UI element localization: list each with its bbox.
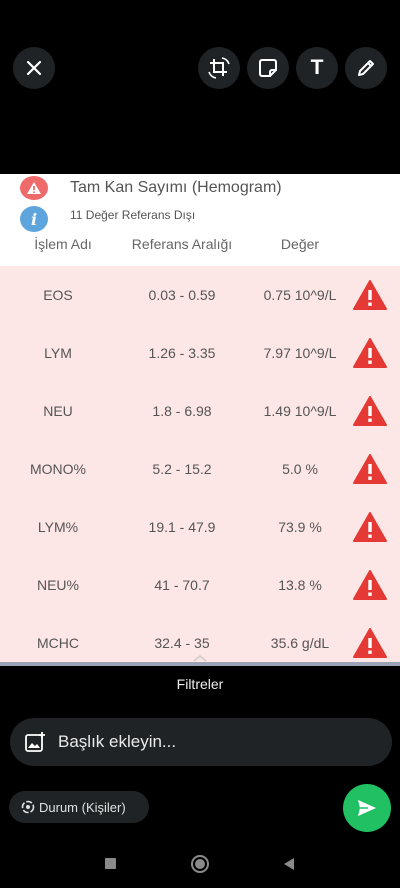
test-name: MCHC — [37, 635, 79, 651]
column-header-range: Referans Aralığı — [131, 236, 233, 252]
column-header-value: Değer — [280, 236, 320, 252]
editor-toolbar: T — [0, 0, 400, 140]
test-value: 5.0 % — [282, 461, 318, 477]
test-name: MONO% — [30, 461, 86, 477]
report-header: i Tam Kan Sayımı (Hemogram) 11 Değer Ref… — [0, 174, 400, 266]
sticker-button[interactable] — [247, 47, 289, 89]
status-audience-button[interactable]: Durum (Kişiler) — [9, 791, 149, 823]
warning-triangle-icon — [353, 396, 387, 426]
warning-triangle-icon — [353, 338, 387, 368]
warning-triangle-icon — [353, 570, 387, 600]
status-icon — [21, 800, 35, 814]
warning-triangle-icon — [353, 628, 387, 658]
test-value: 7.97 10^9/L — [263, 345, 337, 361]
sticker-icon — [259, 59, 277, 77]
chevron-up-icon[interactable] — [191, 652, 209, 664]
test-value: 0.75 10^9/L — [263, 287, 337, 303]
table-row: NEU 1.8 - 6.98 1.49 10^9/L — [0, 382, 400, 440]
column-header-name: İşlem Adı — [34, 236, 92, 252]
text-tool-button[interactable]: T — [296, 47, 338, 89]
table-row: LYM 1.26 - 3.35 7.97 10^9/L — [0, 324, 400, 382]
close-icon — [26, 60, 42, 76]
info-icon: i — [20, 206, 48, 232]
test-name: LYM% — [37, 519, 79, 535]
reference-range: 19.1 - 47.9 — [148, 519, 216, 535]
caption-placeholder: Başlık ekleyin... — [58, 732, 177, 751]
photo-preview[interactable]: i Tam Kan Sayımı (Hemogram) 11 Değer Ref… — [0, 174, 400, 666]
add-image-icon[interactable] — [24, 731, 46, 753]
draw-button[interactable] — [345, 47, 387, 89]
pencil-icon — [358, 60, 374, 76]
table-row: EOS 0.03 - 0.59 0.75 10^9/L — [0, 266, 400, 324]
filters-label[interactable]: Filtreler — [0, 676, 400, 692]
status-label: Durum (Kişiler) — [39, 800, 126, 815]
caption-input[interactable]: Başlık ekleyin... — [10, 718, 392, 766]
reference-range: 41 - 70.7 — [154, 577, 210, 593]
text-tool-icon: T — [310, 56, 324, 79]
test-name: LYM — [44, 345, 72, 361]
reference-range: 0.03 - 0.59 — [148, 287, 216, 303]
warning-triangle-icon — [353, 280, 387, 310]
reference-range: 1.26 - 3.35 — [148, 345, 216, 361]
test-value: 73.9 % — [278, 519, 322, 535]
crop-rotate-button[interactable] — [198, 47, 240, 89]
crop-rotate-icon — [208, 57, 230, 79]
reference-range: 5.2 - 15.2 — [152, 461, 212, 477]
warning-triangle-icon — [353, 454, 387, 484]
test-name: EOS — [43, 287, 73, 303]
close-button[interactable] — [13, 47, 55, 89]
reference-range: 1.8 - 6.98 — [152, 403, 212, 419]
table-row: LYM% 19.1 - 47.9 73.9 % — [0, 498, 400, 556]
back-button[interactable] — [283, 857, 295, 871]
report-title: Tam Kan Sayımı (Hemogram) — [70, 179, 282, 196]
send-button[interactable] — [343, 784, 391, 832]
warning-icon — [20, 176, 48, 200]
test-value: 35.6 g/dL — [270, 635, 330, 651]
reference-range: 32.4 - 35 — [154, 635, 210, 651]
table-row: NEU% 41 - 70.7 13.8 % — [0, 556, 400, 614]
table-row: MONO% 5.2 - 15.2 5.0 % — [0, 440, 400, 498]
warning-triangle-icon — [353, 512, 387, 542]
test-value: 13.8 % — [278, 577, 322, 593]
report-subtitle: 11 Değer Referans Dışı — [70, 208, 196, 222]
recent-apps-button[interactable] — [105, 858, 116, 869]
test-name: NEU% — [36, 577, 79, 593]
send-icon — [358, 800, 376, 816]
test-name: NEU — [43, 403, 73, 419]
test-value: 1.49 10^9/L — [263, 403, 337, 419]
results-table: EOS 0.03 - 0.59 0.75 10^9/L LYM 1.26 - 3… — [0, 266, 400, 666]
home-button[interactable] — [191, 855, 209, 873]
